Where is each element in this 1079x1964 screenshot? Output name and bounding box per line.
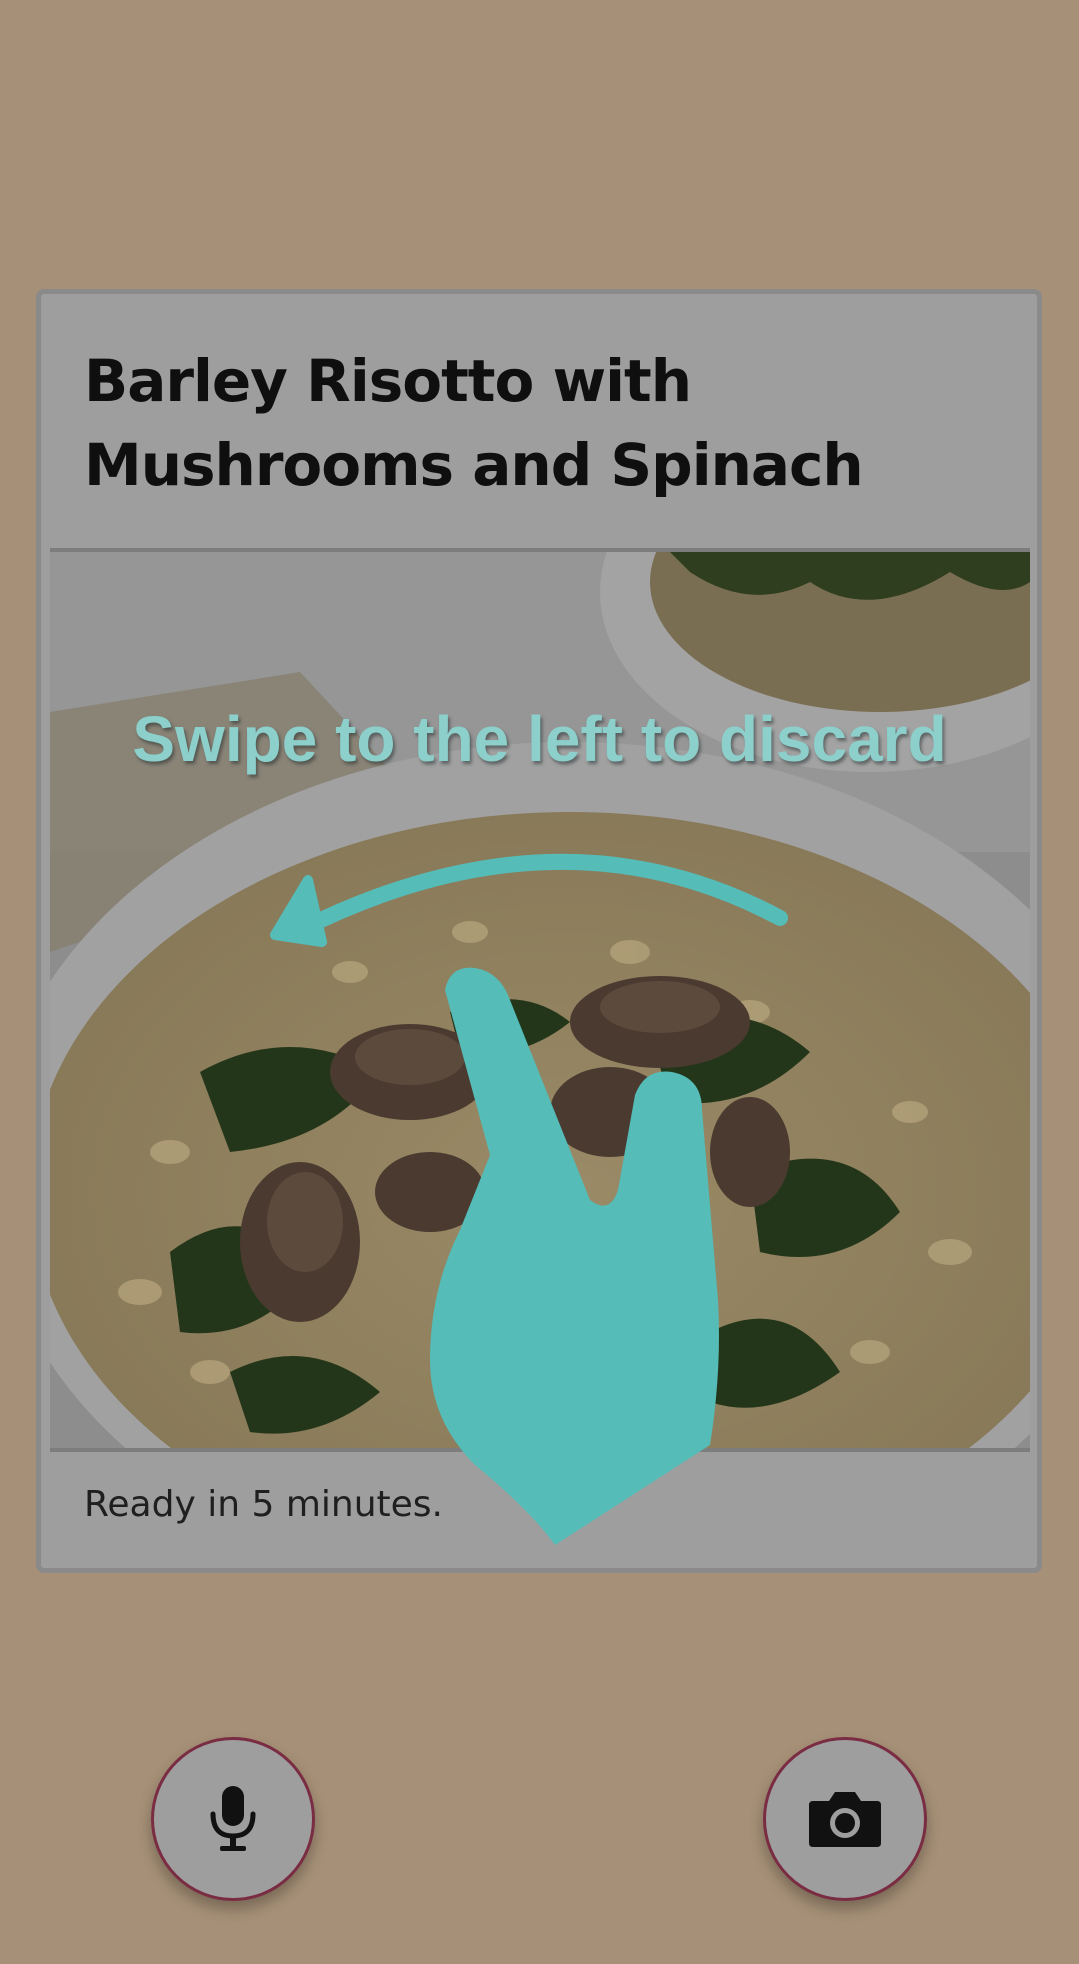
- microphone-icon: [210, 1786, 256, 1851]
- voice-search-button[interactable]: [151, 1737, 315, 1901]
- recipe-title: Barley Risotto with Mushrooms and Spinac…: [84, 347, 864, 499]
- swipe-hint: Swipe to the left to discard: [132, 703, 947, 775]
- camera-button[interactable]: [763, 1737, 927, 1901]
- ready-time: Ready in 5 minutes.: [84, 1484, 443, 1525]
- recipe-card[interactable]: Barley Risotto with Mushrooms and Spinac…: [36, 289, 1042, 1573]
- recipe-photo: [50, 548, 1030, 1452]
- camera-icon: [809, 1792, 881, 1847]
